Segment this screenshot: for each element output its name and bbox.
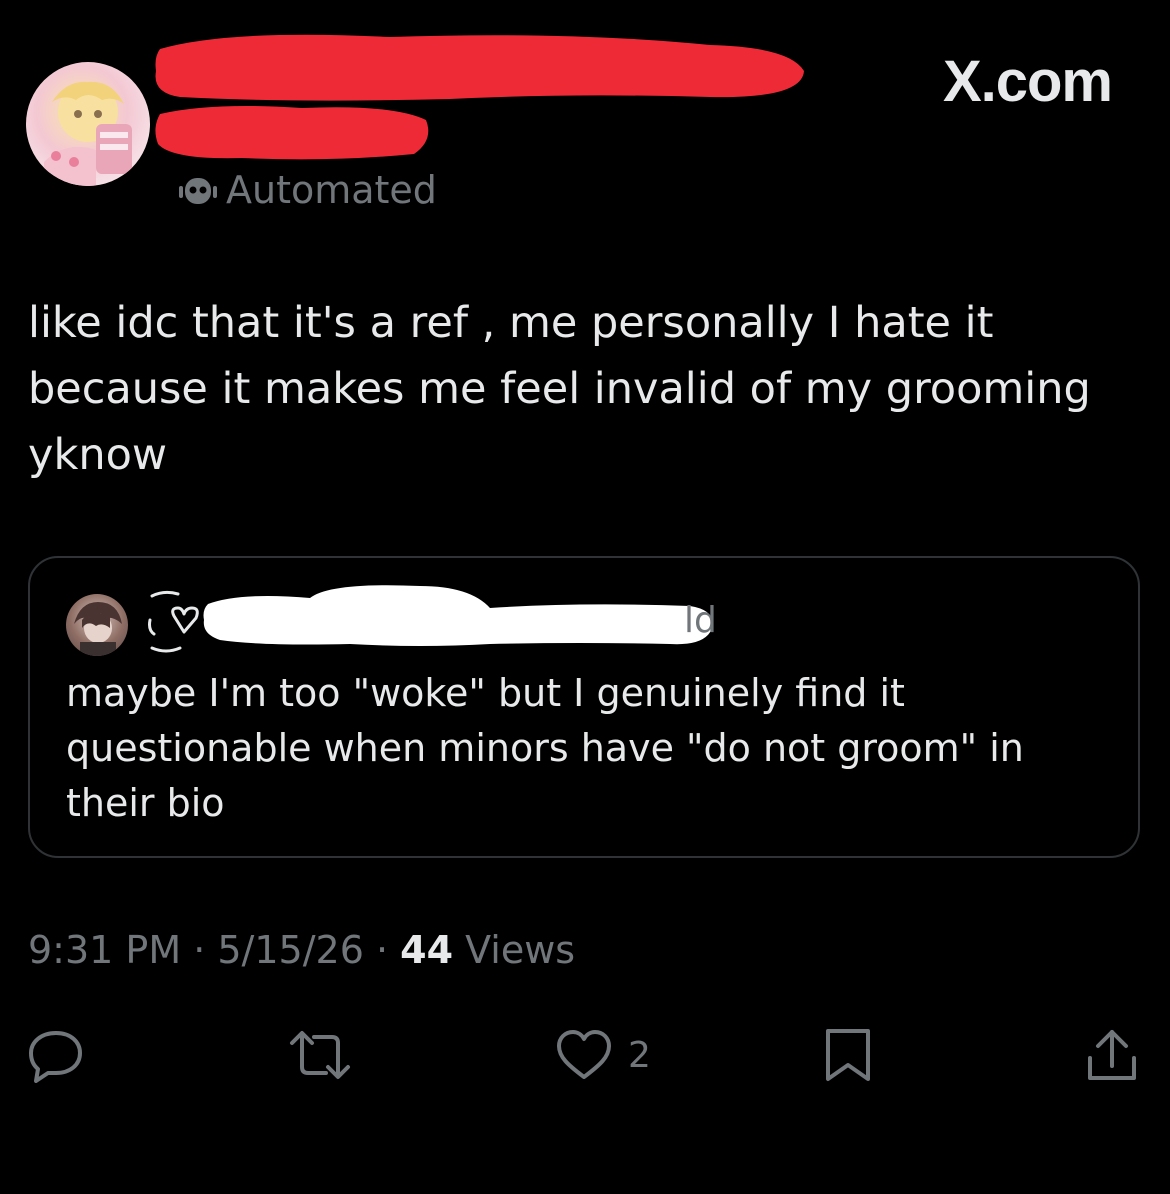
- automated-label: Automated: [226, 168, 437, 212]
- views-count: 44: [400, 928, 454, 972]
- quoted-author-avatar[interactable]: [66, 594, 128, 656]
- like-button[interactable]: 2: [554, 1025, 651, 1085]
- reply-button[interactable]: [26, 1025, 86, 1085]
- automated-badge: Automated: [178, 168, 437, 212]
- repost-icon: [290, 1031, 350, 1079]
- share-icon: [1088, 1030, 1136, 1080]
- like-count: 2: [628, 1034, 651, 1076]
- redacted-handle: [155, 106, 429, 160]
- meta-separator-2: ·: [363, 928, 401, 972]
- quoted-tweet-text: maybe I'm too "woke" but I genuinely fin…: [66, 671, 1024, 825]
- site-watermark: X.com: [942, 49, 1113, 114]
- tweet-meta: 9:31 PM · 5/15/26 · 44 Views: [28, 928, 575, 972]
- bookmark-button[interactable]: [822, 1025, 874, 1085]
- action-bar: 2: [0, 1025, 1170, 1085]
- redacted-quoted-name: [203, 585, 713, 646]
- tweet-time[interactable]: 9:31 PM: [28, 928, 181, 972]
- quoted-name-suffix: ld: [684, 600, 717, 641]
- share-button[interactable]: [1084, 1025, 1140, 1085]
- views-label: Views: [453, 928, 576, 972]
- author-avatar[interactable]: [26, 62, 150, 186]
- tweet-date[interactable]: 5/15/26: [217, 928, 364, 972]
- redacted-display-name: [155, 34, 804, 101]
- tweet-text: like idc that it's a ref , me personally…: [28, 298, 1091, 480]
- bot-icon: [178, 170, 218, 210]
- bookmark-icon: [826, 1029, 870, 1081]
- quoted-tweet[interactable]: ld maybe I'm too "woke" but I genuinely …: [28, 556, 1140, 858]
- repost-button[interactable]: [286, 1025, 354, 1085]
- heart-icon: [557, 1030, 611, 1079]
- reply-icon: [29, 1031, 82, 1083]
- meta-separator-1: ·: [181, 928, 218, 972]
